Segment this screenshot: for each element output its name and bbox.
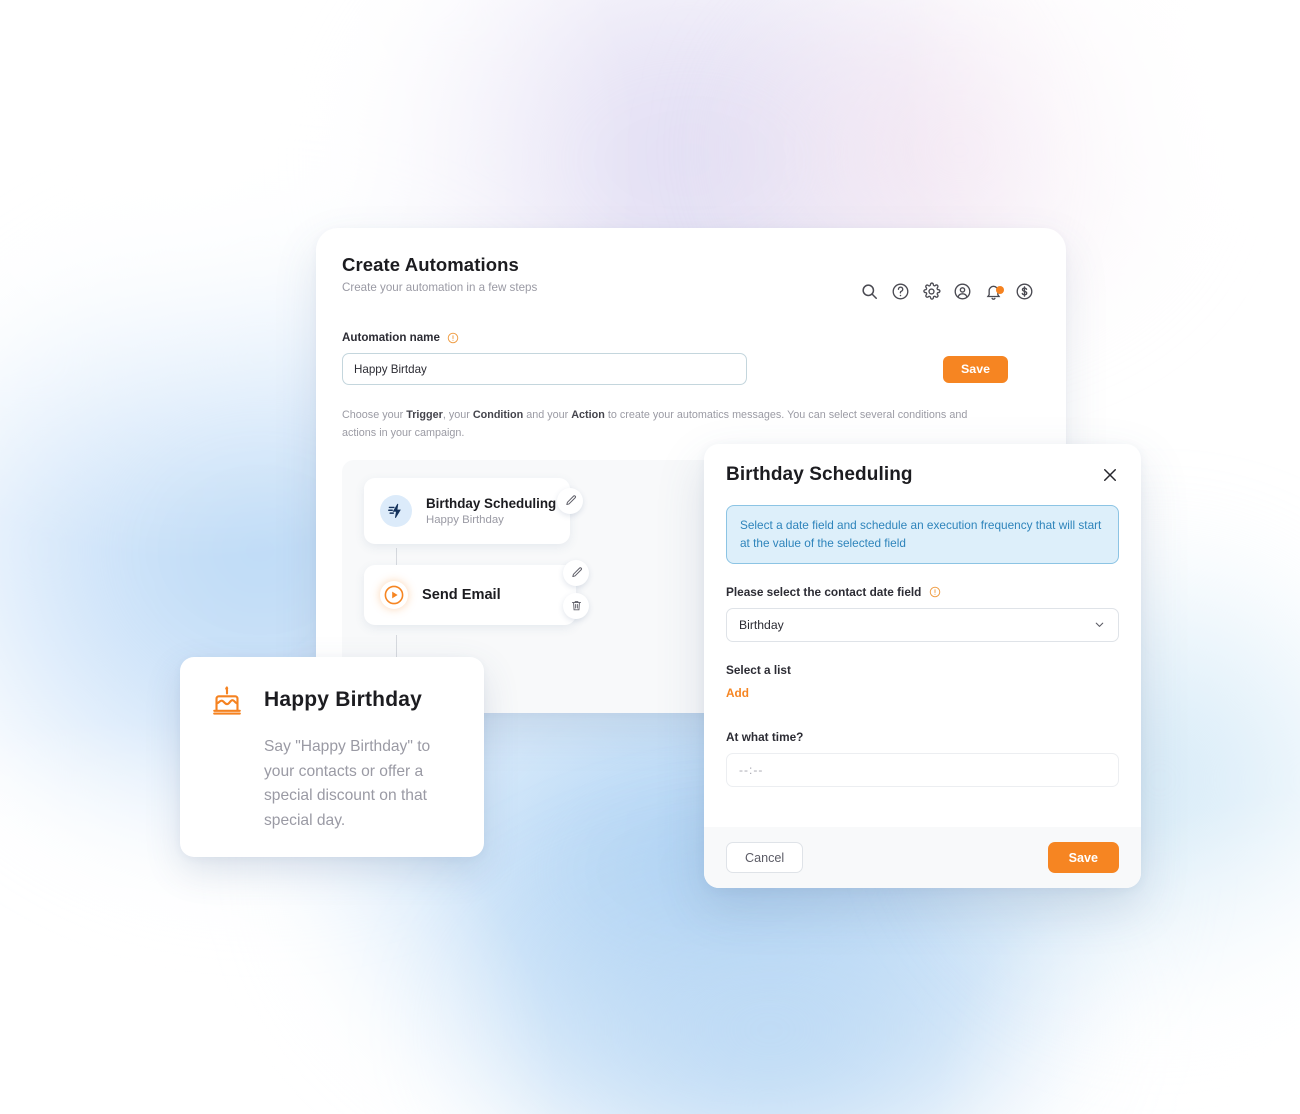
hint-bold-trigger: Trigger [406, 409, 443, 421]
time-field-label: At what time? [726, 729, 804, 744]
delete-action-icon[interactable] [563, 592, 589, 619]
select-list-label: Select a list [726, 662, 791, 677]
happy-birthday-card-title: Happy Birthday [264, 688, 422, 711]
modal-footer: Cancel Save [704, 827, 1141, 888]
birthday-cake-icon [210, 683, 244, 717]
modal-body: Select a date field and schedule an exec… [704, 486, 1141, 827]
happy-birthday-card-body: Say "Happy Birthday" to your contacts or… [264, 738, 431, 829]
chevron-down-icon [1093, 618, 1106, 631]
header-icon-bar [860, 282, 1034, 301]
trigger-bolt-icon [380, 494, 412, 527]
info-icon[interactable] [447, 332, 459, 344]
info-icon[interactable] [929, 586, 941, 598]
happy-birthday-info-card: Happy Birthday Say "Happy Birthday" to y… [180, 657, 484, 857]
instruction-text: Choose your Trigger, your Condition and … [316, 407, 1006, 443]
info-banner: Select a date field and schedule an exec… [726, 505, 1119, 564]
hint-part-3: and your [523, 409, 572, 421]
hint-part-2: , your [442, 409, 473, 421]
edit-trigger-icon[interactable] [557, 487, 583, 514]
user-icon[interactable] [953, 282, 972, 301]
birthday-scheduling-modal: Birthday Scheduling Select a date field … [704, 444, 1141, 888]
bell-icon[interactable] [984, 282, 1004, 301]
add-list-link[interactable]: Add [726, 686, 749, 700]
time-input[interactable]: --:-- [726, 752, 1119, 787]
automation-name-label: Automation name [342, 331, 440, 344]
dollar-icon[interactable] [1015, 282, 1034, 301]
save-button[interactable]: Save [943, 355, 1008, 383]
time-input-value: --:-- [739, 762, 764, 777]
hint-bold-action: Action [571, 409, 605, 421]
trigger-card[interactable]: Birthday Scheduling Happy Birthday [364, 477, 583, 544]
bell-badge [996, 286, 1004, 294]
date-field-selected-value: Birthday [739, 617, 784, 632]
page-title: Create Automations [342, 254, 519, 275]
modal-save-button[interactable]: Save [1047, 842, 1119, 873]
search-icon[interactable] [860, 282, 879, 301]
edit-action-icon[interactable] [563, 559, 589, 586]
modal-title: Birthday Scheduling [726, 464, 913, 485]
automation-name-input[interactable] [342, 353, 747, 385]
page-subtitle: Create your automation in a few steps [342, 281, 538, 294]
automation-name-block: Automation name Save [316, 331, 1066, 385]
hint-part-1: Choose your [342, 409, 407, 421]
date-field-select[interactable]: Birthday [726, 607, 1119, 642]
panel-header: Create Automations Create your automatio… [316, 228, 1066, 301]
help-icon[interactable] [891, 282, 910, 301]
close-icon[interactable] [1101, 466, 1119, 484]
hint-bold-condition: Condition [472, 409, 524, 421]
modal-header: Birthday Scheduling [704, 444, 1141, 486]
trigger-card-title: Birthday Scheduling [426, 495, 557, 511]
action-card-title: Send Email [422, 586, 501, 603]
send-email-play-icon [380, 581, 408, 609]
screenshot-root: Create Automations Create your automatio… [0, 0, 1300, 1114]
gear-icon[interactable] [922, 282, 941, 301]
cancel-button[interactable]: Cancel [726, 842, 804, 873]
trigger-card-subtitle: Happy Birthday [426, 513, 504, 526]
action-card[interactable]: Send Email [364, 559, 589, 625]
date-field-label: Please select the contact date field [726, 584, 922, 599]
